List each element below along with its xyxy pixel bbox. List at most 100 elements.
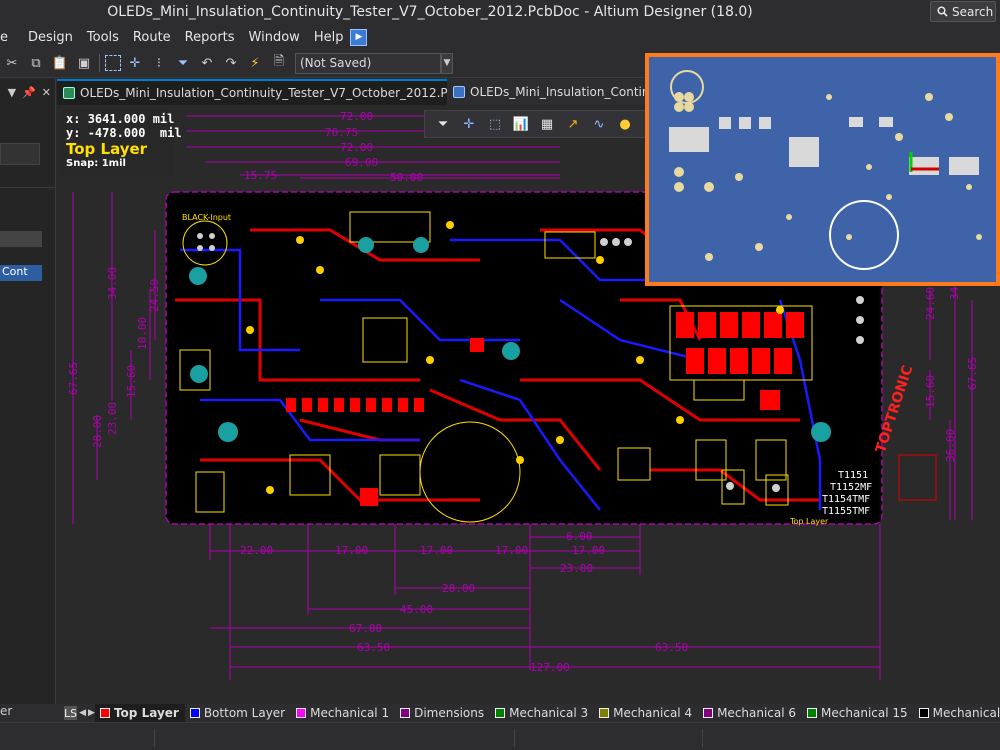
board-preview-image (649, 57, 996, 282)
component-icon[interactable]: ▦ (535, 113, 559, 135)
altium-window: OLEDs_Mini_Insulation_Continuity_Tester_… (0, 0, 1000, 750)
layer-tab-dimensions[interactable]: Dimensions (395, 704, 490, 722)
dim-bottom-10: 63.50 (357, 641, 390, 654)
pin-icon[interactable]: 📌 (22, 86, 36, 99)
rubber-stamp-icon[interactable]: ▣ (74, 53, 94, 73)
layer-color-swatch (189, 708, 200, 718)
title-bar: OLEDs_Mini_Insulation_Continuity_Tester_… (0, 0, 1000, 25)
menu-help[interactable]: Help (307, 30, 351, 45)
dim-right-2: 15.60 (924, 375, 937, 408)
layer-tab-mechanical-3[interactable]: Mechanical 3 (490, 704, 594, 722)
dim-left-4: 15.60 (125, 365, 138, 398)
layer-tab-mechanical-1[interactable]: Mechanical 1 (291, 704, 395, 722)
clear-filter-icon[interactable]: ⏷ (173, 53, 193, 73)
cross-probe-icon[interactable]: ⚡ (245, 53, 265, 73)
undo-icon[interactable]: ↶ (197, 53, 217, 73)
search-icon (937, 6, 948, 17)
chevron-right-icon[interactable]: ▶ (88, 706, 95, 720)
layer-tab-mechanical-16[interactable]: Mechanical 16 (914, 704, 1000, 722)
paste-icon[interactable]: 📋 (50, 53, 70, 73)
dim-top-3: 69.00 (345, 156, 378, 169)
filter-icon[interactable]: ⏷ (431, 113, 455, 135)
tab-pcbdoc-secondary[interactable]: OLEDs_Mini_Insulation_Continuit (447, 79, 647, 105)
dim-left-6: 28.00 (91, 415, 104, 448)
browse-components-icon[interactable]: 🗎 (269, 53, 289, 73)
coordinate-hud: x: 3641.000 mil y: -478.000 mil Top Laye… (62, 110, 182, 176)
layer-tabs-bar: LS ◀ ▶ Top Layer Bottom Layer Mechanical… (0, 704, 1000, 722)
dim-top-2: 72.00 (340, 141, 373, 154)
board-code-2: T1152MF (830, 482, 872, 493)
board-layer-caption: Top Layer (789, 517, 829, 526)
menu-file[interactable]: e (0, 30, 15, 45)
layer-tab-mechanical-6[interactable]: Mechanical 6 (698, 704, 802, 722)
select-region-icon[interactable]: ⬚ (483, 113, 507, 135)
dim-right-0: 24.60 (924, 287, 937, 320)
toolbar-separator (99, 54, 100, 72)
cut-icon[interactable]: ✂ (2, 53, 22, 73)
layer-color-swatch (296, 708, 307, 718)
window-title: OLEDs_Mini_Insulation_Continuity_Tester_… (107, 4, 753, 20)
layer-set-button[interactable]: LS (64, 706, 78, 720)
chevron-left-icon[interactable]: ◀ (79, 706, 86, 720)
panel-tree-item-selected[interactable]: Cont (0, 265, 42, 281)
board-code-3: T1154TMF (822, 494, 870, 505)
text-icon[interactable]: ● (613, 113, 637, 135)
layer-tab-bottom-layer[interactable]: Bottom Layer (185, 704, 291, 722)
hud-x: x: 3641.000 mil (66, 112, 175, 126)
interactive-route-icon[interactable]: ∿ (587, 113, 611, 135)
dim-bottom-12: 127.00 (530, 661, 570, 674)
dim-top-5: 50.00 (390, 171, 423, 184)
panel-search-field[interactable] (0, 143, 40, 165)
menu-route[interactable]: Route (126, 30, 178, 45)
courtyard-box (898, 454, 937, 501)
layer-color-swatch (918, 708, 929, 718)
route-icon[interactable]: ↗ (561, 113, 585, 135)
menu-reports[interactable]: Reports (178, 30, 242, 45)
dim-bottom-3: 17.00 (495, 544, 528, 557)
menu-window[interactable]: Window (242, 30, 307, 45)
dim-left-5: 23.00 (106, 402, 119, 435)
board-code-1: T1151 (838, 470, 868, 481)
dim-left-1: 34.00 (106, 267, 119, 300)
active-bar: ⏷ ✛ ⬚ 📊 ▦ ↗ ∿ ● (424, 110, 648, 138)
dim-top-0: 72.00 (340, 110, 373, 123)
chevron-down-icon[interactable]: ▼ (441, 52, 453, 74)
search-button[interactable]: Search (930, 1, 996, 22)
select-area-icon[interactable] (105, 55, 121, 71)
close-icon[interactable]: ✕ (42, 86, 51, 99)
menu-design[interactable]: Design (21, 30, 80, 45)
layer-tab-top-layer[interactable]: Top Layer (94, 704, 185, 722)
run-script-icon[interactable]: ▶ (350, 28, 368, 46)
dim-right-4: 36.00 (944, 429, 957, 462)
panel-tree-item[interactable] (0, 231, 42, 247)
menu-tools[interactable]: Tools (80, 30, 126, 45)
redo-icon[interactable]: ↷ (221, 53, 241, 73)
board-code-4: T1155TMF (822, 506, 870, 517)
board-insight-preview[interactable] (645, 53, 1000, 286)
panel-menu-icon[interactable]: ▼ (8, 86, 16, 99)
search-label: Search (952, 4, 994, 19)
layer-color-swatch (807, 708, 818, 718)
layer-tab-mechanical-4[interactable]: Mechanical 4 (594, 704, 698, 722)
tab-label: OLEDs_Mini_Insulation_Continuit (470, 85, 647, 99)
tab-label: OLEDs_Mini_Insulation_Continuity_Tester_… (80, 86, 447, 100)
crosshair-icon[interactable]: ✛ (457, 113, 481, 135)
dim-bottom-6: 23.00 (560, 562, 593, 575)
panel-tab-label[interactable]: er (0, 704, 18, 722)
deselect-icon[interactable]: ⁝ (149, 53, 169, 73)
dim-left-3: 10.00 (136, 317, 149, 350)
save-state-value: (Not Saved) (300, 56, 372, 70)
chart-icon[interactable]: 📊 (509, 113, 533, 135)
copy-icon[interactable]: ⧉ (26, 53, 46, 73)
tab-pcbdoc-active[interactable]: OLEDs_Mini_Insulation_Continuity_Tester_… (57, 79, 447, 105)
save-state-select[interactable]: (Not Saved) (295, 52, 441, 74)
move-icon[interactable]: ✛ (125, 53, 145, 73)
dim-bottom-8: 45.00 (400, 603, 433, 616)
status-bar (0, 722, 1000, 750)
layer-color-swatch (599, 708, 610, 718)
dim-top-1: 76.75 (325, 126, 358, 139)
dim-bottom-1: 17.00 (335, 544, 368, 557)
layer-tab-mechanical-15[interactable]: Mechanical 15 (802, 704, 914, 722)
layer-color-swatch (99, 708, 110, 718)
projects-panel: ▼ 📌 ✕ Cont (0, 79, 56, 704)
